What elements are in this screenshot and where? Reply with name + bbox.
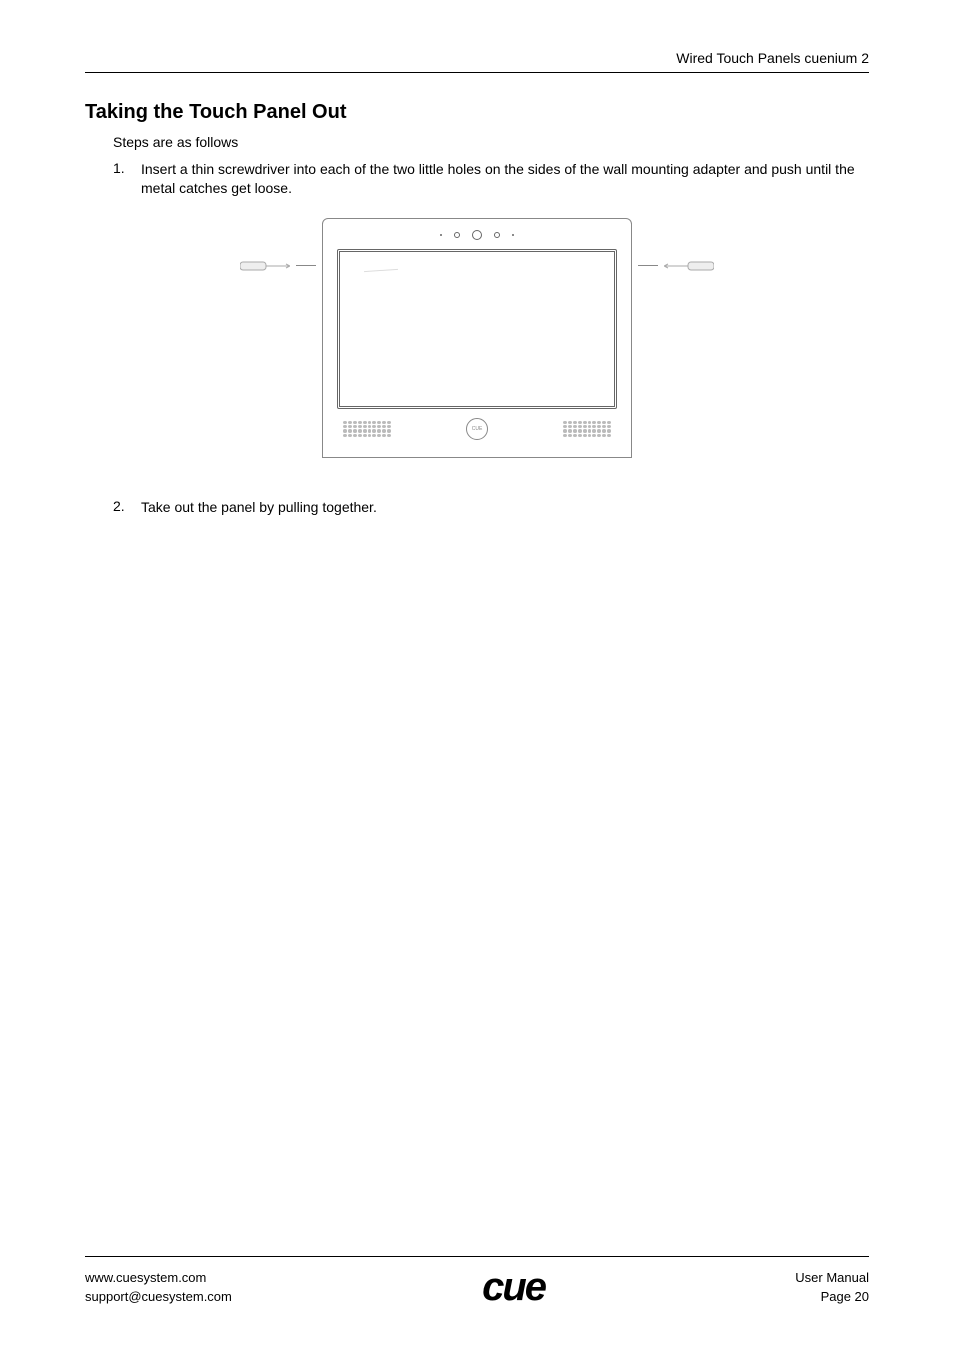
screen-outline xyxy=(337,249,617,409)
lead-line-left xyxy=(296,265,316,266)
screwdriver-left-icon xyxy=(240,258,290,274)
page-footer: www.cuesystem.com support@cuesystem.com … xyxy=(85,1256,869,1310)
sensor-dot-icon xyxy=(512,234,514,236)
step-2: 2. Take out the panel by pulling togethe… xyxy=(113,498,869,517)
step-number: 2. xyxy=(113,498,141,517)
footer-page-number: Page 20 xyxy=(795,1288,869,1306)
speaker-grille-right-icon xyxy=(563,421,611,437)
step-text: Take out the panel by pulling together. xyxy=(141,498,377,517)
sensor-dot-icon xyxy=(454,232,460,238)
footer-email: support@cuesystem.com xyxy=(85,1288,232,1306)
sensor-dot-icon xyxy=(472,230,482,240)
sensor-row xyxy=(440,225,514,245)
home-button-icon: CUE xyxy=(466,418,488,440)
screen-glare xyxy=(364,269,398,272)
footer-pageinfo: User Manual Page 20 xyxy=(795,1269,869,1305)
section-heading: Taking the Touch Panel Out xyxy=(85,101,869,124)
touch-panel-outline: CUE xyxy=(322,218,632,458)
step-text: Insert a thin screwdriver into each of t… xyxy=(141,160,869,198)
cue-logo: cue xyxy=(482,1265,545,1310)
step-1: 1. Insert a thin screwdriver into each o… xyxy=(113,160,869,198)
footer-contact: www.cuesystem.com support@cuesystem.com xyxy=(85,1269,232,1305)
sensor-dot-icon xyxy=(440,234,442,236)
panel-diagram: CUE xyxy=(85,218,869,458)
step-number: 1. xyxy=(113,160,141,198)
header-title: Wired Touch Panels cuenium 2 xyxy=(85,50,869,73)
sensor-dot-icon xyxy=(494,232,500,238)
screwdriver-right-icon xyxy=(664,258,714,274)
lead-line-right xyxy=(638,265,658,266)
footer-doc-type: User Manual xyxy=(795,1269,869,1287)
intro-text: Steps are as follows xyxy=(113,134,869,150)
footer-website: www.cuesystem.com xyxy=(85,1269,232,1287)
panel-bottom-row: CUE xyxy=(337,409,617,449)
speaker-grille-left-icon xyxy=(343,421,391,437)
